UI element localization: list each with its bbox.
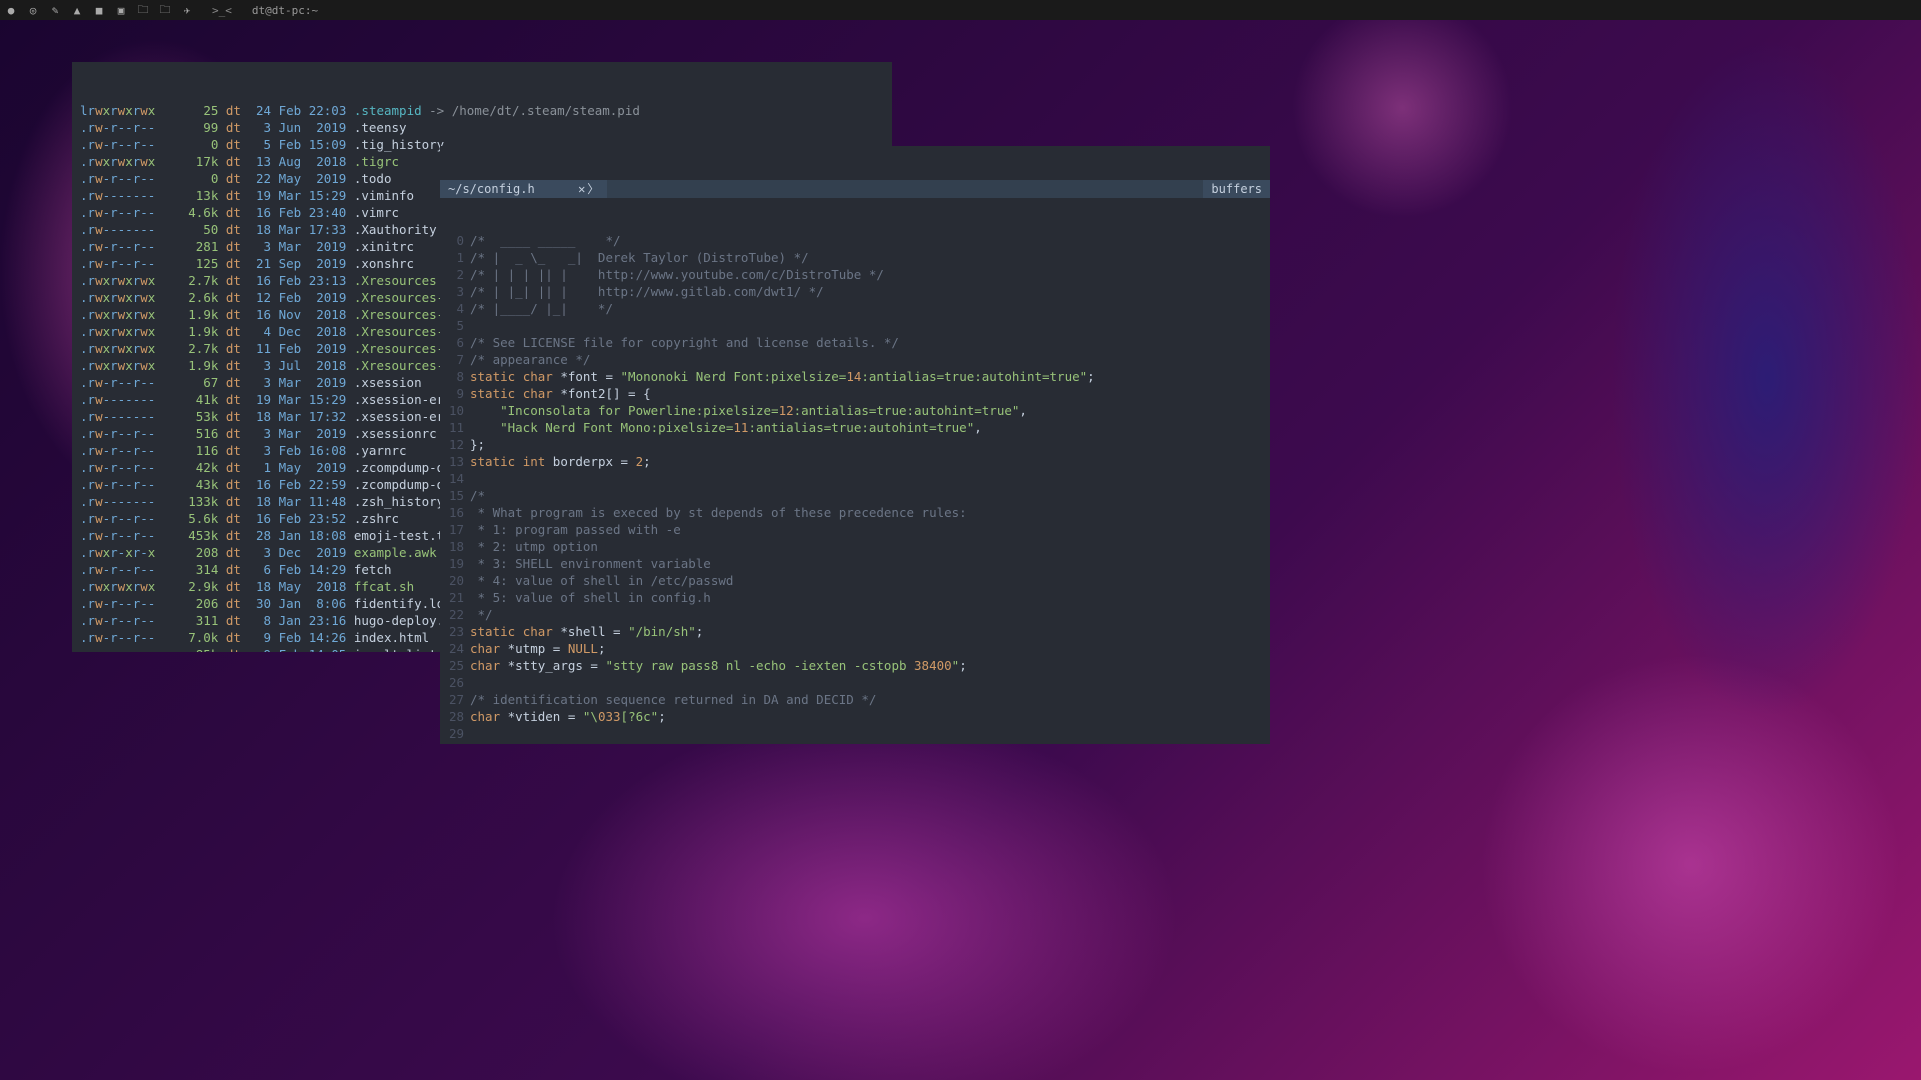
code-line: /* |____/ |_| */	[470, 300, 1270, 317]
tray-icon[interactable]: 🗀	[132, 1, 154, 20]
close-icon[interactable]: ✕	[578, 181, 585, 198]
editor-body[interactable]: 0123456789101112131415161718192021222324…	[440, 232, 1270, 744]
code-line: /* | |_| || | http://www.gitlab.com/dwt1…	[470, 283, 1270, 300]
code-line: "Inconsolata for Powerline:pixelsize=12:…	[470, 402, 1270, 419]
editor-tab-active[interactable]: ~/s/config.h ✕ 〉	[440, 180, 607, 198]
code-line: /* | _ \_ _| Derek Taylor (DistroTube) *…	[470, 249, 1270, 266]
editor-tabbar: ~/s/config.h ✕ 〉 buffers	[440, 180, 1270, 198]
code-line: */	[470, 606, 1270, 623]
code-line: * 4: value of shell in /etc/passwd	[470, 572, 1270, 589]
code-line: static char *font2[] = {	[470, 385, 1270, 402]
code-line: /* ____ _____ */	[470, 232, 1270, 249]
code-line	[470, 317, 1270, 334]
tray-icon[interactable]: ■	[88, 4, 110, 17]
line-numbers: 0123456789101112131415161718192021222324…	[440, 232, 470, 744]
tray-icon[interactable]: 🗀	[154, 1, 176, 20]
code-line: char *stty_args = "stty raw pass8 nl -ec…	[470, 657, 1270, 674]
code-line: "Hack Nerd Font Mono:pixelsize=11:antial…	[470, 419, 1270, 436]
code-line: char *utmp = NULL;	[470, 640, 1270, 657]
vim-editor-pane[interactable]: ~/s/config.h ✕ 〉 buffers 012345678910111…	[440, 146, 1270, 744]
code-line: * What program is execed by st depends o…	[470, 504, 1270, 521]
code-line	[470, 674, 1270, 691]
code-line: * 1: program passed with -e	[470, 521, 1270, 538]
code-line: * 2: utmp option	[470, 538, 1270, 555]
list-item: lrwxrwxrwx 25 dt 24 Feb 22:03 .steampid …	[80, 102, 884, 119]
tray-icon[interactable]: ◎	[22, 4, 44, 17]
code-line: * 5: value of shell in config.h	[470, 589, 1270, 606]
tray-icon[interactable]: ✎	[44, 4, 66, 17]
code-line: };	[470, 436, 1270, 453]
code-line: static char *font = "Mononoki Nerd Font:…	[470, 368, 1270, 385]
tray-icon[interactable]: ●	[0, 4, 22, 17]
code-line: static char *shell = "/bin/sh";	[470, 623, 1270, 640]
system-topbar: ●◎✎▲■▣🗀🗀✈ >_< dt@dt-pc:~	[0, 0, 1921, 20]
code-line: /* Kerning / character bounding-box mult…	[470, 742, 1270, 744]
tab-path: ~/s/config.h	[448, 181, 535, 198]
tray-icon[interactable]: ▲	[66, 4, 88, 17]
tray-icon[interactable]: ▣	[110, 4, 132, 17]
code-line: /* identification sequence returned in D…	[470, 691, 1270, 708]
window-title: dt@dt-pc:~	[252, 4, 318, 17]
workspace-tag[interactable]: >_<	[212, 4, 232, 17]
code-line: /* | | | || | http://www.youtube.com/c/D…	[470, 266, 1270, 283]
tray-icon[interactable]: ✈	[176, 4, 198, 17]
code-line: * 3: SHELL environment variable	[470, 555, 1270, 572]
chevron-down-icon: 〉	[587, 181, 599, 198]
code-line: char *vtiden = "\033[?6c";	[470, 708, 1270, 725]
tray-icons: ●◎✎▲■▣🗀🗀✈	[0, 1, 198, 20]
buffers-button[interactable]: buffers	[1203, 180, 1270, 198]
list-item: .rw-r--r-- 99 dt 3 Jun 2019 .teensy	[80, 119, 884, 136]
code-line: /*	[470, 487, 1270, 504]
code-line	[470, 470, 1270, 487]
code-line: /* See LICENSE file for copyright and li…	[470, 334, 1270, 351]
code-area[interactable]: /* ____ _____ *//* | _ \_ _| Derek Taylo…	[470, 232, 1270, 744]
code-line	[470, 725, 1270, 742]
code-line: /* appearance */	[470, 351, 1270, 368]
code-line: static int borderpx = 2;	[470, 453, 1270, 470]
